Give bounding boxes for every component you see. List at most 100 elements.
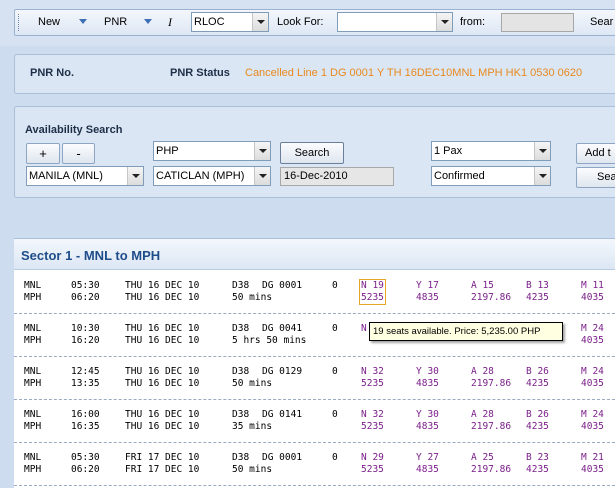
pax-select[interactable]: 1 Pax bbox=[431, 141, 551, 161]
fare-price[interactable]: 2197.86 bbox=[471, 421, 511, 433]
equipment-code: D38 bbox=[232, 409, 250, 420]
fare-class-seats[interactable]: N bbox=[361, 323, 367, 335]
fare-class-seats[interactable]: A 28 bbox=[471, 409, 494, 421]
arrival-date: THU 16 DEC 10 bbox=[125, 421, 200, 432]
fare-price[interactable]: 4035 bbox=[581, 378, 604, 390]
fare-class-seats[interactable]: N 19 5235 bbox=[359, 279, 386, 305]
departure-time: 10:30 bbox=[71, 323, 100, 334]
equipment-code: D38 bbox=[232, 280, 250, 291]
new-button[interactable]: New bbox=[38, 10, 60, 35]
flight-duration: 50 mins bbox=[232, 464, 273, 475]
new-dropdown-arrow-icon[interactable] bbox=[79, 19, 87, 24]
fare-class-seats[interactable]: Y 30 bbox=[416, 366, 439, 378]
fare-class-seats[interactable]: A 15 bbox=[471, 280, 494, 292]
arrival-time: 06:20 bbox=[71, 464, 100, 475]
fare-class-seats[interactable]: M 24 bbox=[581, 323, 604, 335]
fare-price[interactable]: 4035 bbox=[581, 464, 604, 476]
fare-price[interactable]: 4235 bbox=[526, 464, 549, 476]
origin-code: MNL bbox=[24, 323, 42, 334]
fare-price[interactable]: 4035 bbox=[581, 292, 604, 304]
departure-date: THU 16 DEC 10 bbox=[125, 280, 200, 291]
equipment-code: D38 bbox=[232, 452, 250, 463]
flight-row[interactable]: MNL MPH 05:30 06:20 FRI 17 DEC 10 FRI 17 DEC … bbox=[14, 444, 615, 486]
flight-row[interactable]: MNL MPH 05:30 06:20 THU 16 DEC 10 THU 16 DEC … bbox=[14, 272, 615, 314]
origin-code: MNL bbox=[24, 452, 42, 463]
fare-price[interactable]: 5235 bbox=[361, 421, 384, 433]
fare-class-seats[interactable]: Y 17 bbox=[416, 280, 439, 292]
fare-price[interactable]: 4835 bbox=[416, 421, 439, 433]
chevron-down-icon[interactable] bbox=[252, 13, 268, 31]
fare-class-seats[interactable]: B 13 bbox=[526, 280, 549, 292]
look-for-select[interactable] bbox=[337, 12, 453, 32]
chevron-down-icon[interactable] bbox=[534, 167, 550, 185]
arrival-date: THU 16 DEC 10 bbox=[125, 335, 200, 346]
sector-title: Sector 1 - MNL to MPH bbox=[21, 248, 161, 263]
fare-class-seats[interactable]: B 23 bbox=[526, 452, 549, 464]
pnr-status-label: PNR Status bbox=[170, 67, 230, 79]
fare-price[interactable]: 5235 bbox=[361, 378, 384, 390]
toolbar-search-button[interactable]: Sear bbox=[590, 10, 613, 35]
fare-class-seats[interactable]: N 32 bbox=[361, 409, 384, 421]
fare-class-seats[interactable]: B 26 bbox=[526, 366, 549, 378]
fare-price[interactable]: 4835 bbox=[416, 378, 439, 390]
origin-select[interactable]: MANILA (MNL) bbox=[26, 166, 144, 186]
destination-value: CATICLAN (MPH) bbox=[156, 170, 245, 182]
fare-class-seats[interactable]: A 28 bbox=[471, 366, 494, 378]
fare-class-seats[interactable]: M 11 bbox=[581, 280, 604, 292]
fare-price[interactable]: 2197.86 bbox=[471, 378, 511, 390]
flight-duration: 5 hrs 50 mins bbox=[232, 335, 307, 346]
chevron-down-icon[interactable] bbox=[534, 142, 550, 160]
flight-duration: 50 mins bbox=[232, 378, 273, 389]
flight-row[interactable]: MNL MPH 16:00 16:35 THU 16 DEC 10 THU 16 DEC … bbox=[14, 401, 615, 443]
fare-price[interactable]: 2197.86 bbox=[471, 292, 511, 304]
add-to-button[interactable]: Add t bbox=[576, 143, 615, 164]
stops-count: 0 bbox=[332, 366, 338, 377]
fare-class-seats[interactable]: N 32 bbox=[361, 366, 384, 378]
fare-class-seats[interactable]: M 24 bbox=[581, 409, 604, 421]
fare-price[interactable]: 5235 bbox=[361, 464, 384, 476]
chevron-down-icon[interactable] bbox=[254, 142, 270, 160]
fare-price[interactable]: 4835 bbox=[416, 292, 439, 304]
rloc-select[interactable]: RLOC bbox=[191, 12, 269, 32]
fare-price[interactable]: 4035 bbox=[581, 335, 604, 347]
fare-class-seats[interactable]: Y 27 bbox=[416, 452, 439, 464]
look-for-label: Look For: bbox=[277, 16, 324, 28]
fare-class-seats[interactable]: A 25 bbox=[471, 452, 494, 464]
arrival-date: FRI 17 DEC 10 bbox=[125, 464, 200, 475]
availability-search-title: Availability Search bbox=[25, 124, 123, 136]
chevron-down-icon[interactable] bbox=[127, 167, 143, 185]
fare-price[interactable]: 4835 bbox=[416, 464, 439, 476]
destination-select[interactable]: CATICLAN (MPH) bbox=[153, 166, 271, 186]
italic-button[interactable]: I bbox=[168, 10, 172, 35]
flight-row[interactable]: MNL MPH 12:45 13:35 THU 16 DEC 10 THU 16 DEC … bbox=[14, 358, 615, 400]
fare-class-seats[interactable]: B 26 bbox=[526, 409, 549, 421]
fare-class-seats[interactable]: M 24 bbox=[581, 366, 604, 378]
pnr-button[interactable]: PNR bbox=[104, 10, 127, 35]
fare-price[interactable]: 4235 bbox=[526, 421, 549, 433]
from-input[interactable] bbox=[501, 13, 574, 32]
fare-price[interactable]: 2197.86 bbox=[471, 464, 511, 476]
fare-price[interactable]: 4235 bbox=[526, 378, 549, 390]
availability-search-button[interactable]: Search bbox=[280, 142, 344, 164]
search-button-secondary[interactable]: Sea bbox=[576, 167, 615, 188]
chevron-down-icon[interactable] bbox=[436, 13, 452, 31]
origin-code: MNL bbox=[24, 280, 42, 291]
toolbar-grip[interactable] bbox=[18, 14, 21, 31]
fare-class-seats[interactable]: N 29 bbox=[361, 452, 384, 464]
arrival-time: 06:20 bbox=[71, 292, 100, 303]
arrival-time: 13:35 bbox=[71, 378, 100, 389]
currency-select[interactable]: PHP bbox=[153, 141, 271, 161]
fare-price[interactable]: 4035 bbox=[581, 421, 604, 433]
arrival-date: THU 16 DEC 10 bbox=[125, 378, 200, 389]
fare-class-seats[interactable]: M 21 bbox=[581, 452, 604, 464]
status-select[interactable]: Confirmed bbox=[431, 166, 551, 186]
fare-price[interactable]: 4235 bbox=[526, 292, 549, 304]
fare-class-seats[interactable]: Y 30 bbox=[416, 409, 439, 421]
departure-date: THU 16 DEC 10 bbox=[125, 323, 200, 334]
pnr-dropdown-arrow-icon[interactable] bbox=[144, 19, 152, 24]
remove-leg-button[interactable]: - bbox=[62, 143, 95, 164]
chevron-down-icon[interactable] bbox=[254, 167, 270, 185]
status-value: Confirmed bbox=[434, 170, 485, 182]
add-leg-button[interactable]: + bbox=[26, 143, 60, 164]
date-input[interactable]: 16-Dec-2010 bbox=[280, 167, 394, 186]
